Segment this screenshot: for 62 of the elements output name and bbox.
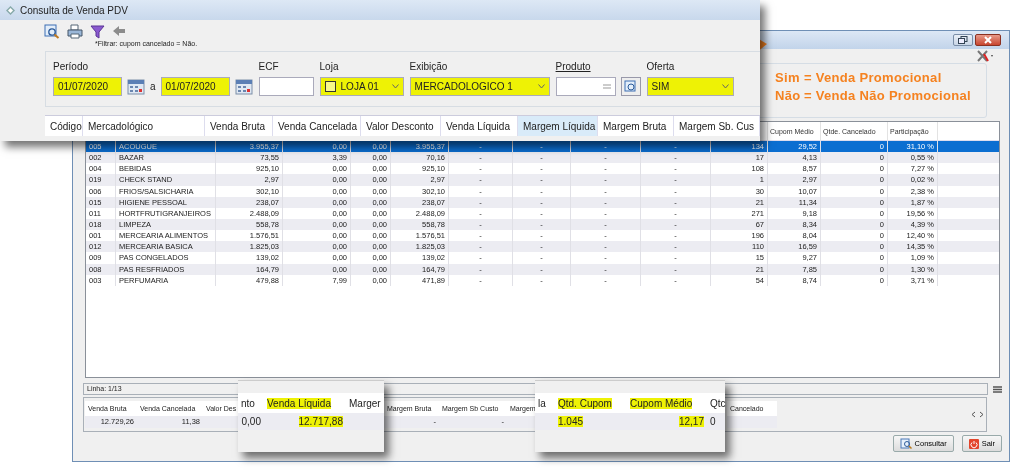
- search-icon[interactable]: [620, 77, 641, 96]
- search-icon[interactable]: [44, 23, 60, 39]
- column-header[interactable]: Mercadológico: [83, 116, 205, 136]
- tools-icon[interactable]: [977, 50, 995, 62]
- column-header[interactable]: Margem Bruta: [598, 116, 674, 136]
- field-label: Oferta: [646, 61, 676, 73]
- display-dropdown[interactable]: MERCADOLOGICO 1: [409, 77, 550, 96]
- date-field[interactable]: 01/07/2020: [53, 77, 122, 96]
- column-header[interactable]: Valor Desconto: [361, 116, 441, 136]
- column-header: Cupom Médio: [630, 397, 693, 409]
- caret-icon: [391, 84, 399, 89]
- table-cell: [727, 416, 777, 428]
- annotation-text: Sim = Venda Promocional: [775, 70, 943, 85]
- printer-icon[interactable]: [67, 23, 83, 39]
- scroll-right-icon[interactable]: [979, 411, 984, 418]
- product-field[interactable]: [555, 77, 616, 96]
- column-header: Venda Líquida: [267, 397, 331, 409]
- lines-icon: [602, 84, 611, 89]
- summary-value: 0,00: [241, 416, 261, 427]
- summary-value: 0: [710, 416, 716, 427]
- power-icon: [968, 438, 979, 449]
- summary-value: 1.045: [558, 416, 584, 427]
- search-icon: [899, 438, 912, 449]
- column-header: Qtc: [710, 397, 726, 409]
- caret-icon: [721, 84, 729, 89]
- column-header: nto: [241, 397, 255, 409]
- scroll-left-icon[interactable]: [971, 411, 976, 418]
- offer-dropdown[interactable]: SIM: [646, 77, 734, 96]
- checkbox[interactable]: [324, 81, 336, 92]
- field-label: ECF: [258, 61, 280, 73]
- annotation-text: Não = Venda Não Promocional: [775, 88, 971, 103]
- column-header: la: [538, 397, 546, 409]
- range-separator: a: [150, 81, 156, 92]
- calendar-icon[interactable]: [127, 78, 145, 95]
- table-cell: [507, 416, 537, 428]
- menu-icon[interactable]: [993, 385, 1002, 393]
- app-icon: [6, 5, 15, 15]
- column-header[interactable]: Margem Líquida: [518, 116, 598, 136]
- caret-icon: [537, 84, 545, 89]
- store-dropdown[interactable]: LOJA 01: [319, 77, 404, 96]
- field-label: Loja: [319, 61, 340, 73]
- input-field[interactable]: [258, 77, 314, 96]
- date-field[interactable]: 01/07/2020: [160, 77, 230, 96]
- summary-value: 12.717,88: [298, 416, 343, 427]
- column-header[interactable]: Código: [45, 116, 83, 136]
- calendar-icon[interactable]: [234, 78, 253, 95]
- field-label: Período: [53, 61, 90, 73]
- restore-icon: [958, 36, 968, 44]
- filter-icon[interactable]: [90, 23, 105, 39]
- close-icon: [984, 36, 992, 44]
- restore-button[interactable]: [953, 34, 973, 46]
- summary-value: 12,17: [678, 416, 704, 427]
- column-header: Qtd. Cupom: [558, 397, 612, 409]
- column-header: Marger: [349, 397, 381, 409]
- column-header[interactable]: Margem Sb. Cus: [674, 116, 760, 136]
- back-arrow-icon[interactable]: [112, 24, 126, 38]
- column-header[interactable]: Venda Bruta: [205, 116, 273, 136]
- window-title: Consulta de Venda PDV: [20, 4, 128, 16]
- field-label[interactable]: Produto: [555, 61, 641, 73]
- close-button[interactable]: [975, 34, 1001, 46]
- field-label: Exibição: [409, 61, 449, 73]
- column-header[interactable]: Venda Cancelada: [273, 116, 361, 136]
